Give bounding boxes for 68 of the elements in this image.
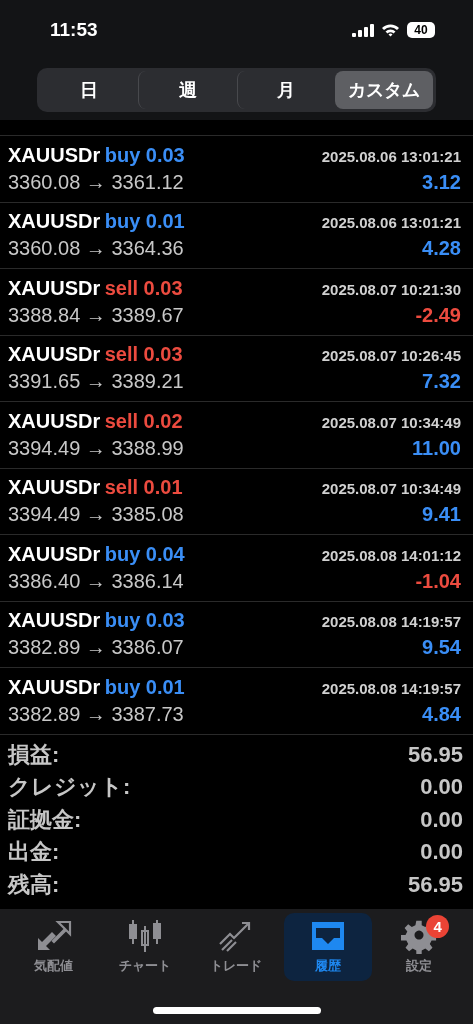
- tab-bar-item[interactable]: 設定 4: [375, 912, 464, 981]
- symbol-label: XAUUSDr: [8, 210, 101, 233]
- order-side-label: buy 0.04: [104, 542, 185, 565]
- trade-time: 2025.08.08 14:01:12: [321, 546, 461, 564]
- trade-time: 2025.08.07 10:34:49: [321, 480, 461, 498]
- notification-badge: 4: [426, 914, 450, 938]
- summary-value: 0.00: [420, 806, 463, 833]
- summary-label: 残高:: [8, 870, 60, 899]
- profit-value: 11.00: [412, 436, 461, 460]
- trade-time: 2025.08.07 10:34:49: [321, 413, 461, 431]
- summary-label: 証拠金:: [8, 805, 82, 834]
- symbol-label: XAUUSDr: [8, 276, 101, 299]
- price-range: 3394.49 → 3388.99: [8, 436, 184, 460]
- price-range: 3360.08 → 3361.12: [8, 170, 184, 194]
- order-side-label: sell 0.02: [104, 409, 183, 432]
- trade-time: 2025.08.08 14:19:57: [321, 679, 461, 697]
- order-side-label: buy 0.01: [104, 675, 185, 698]
- order-side-label: sell 0.01: [104, 476, 183, 499]
- order-side-label: buy 0.03: [104, 143, 185, 166]
- trade-time: 2025.08.08 14:19:57: [321, 613, 461, 631]
- profit-value: -2.49: [415, 303, 461, 327]
- trade-time: 2025.08.07 10:21:30: [321, 280, 461, 298]
- summary-value: 0.00: [420, 774, 463, 801]
- wifi-icon: [381, 23, 400, 37]
- summary-label: 出金:: [8, 838, 60, 867]
- price-range: 3360.08 → 3364.36: [8, 237, 184, 261]
- signal-icon: [352, 23, 374, 37]
- symbol-label: XAUUSDr: [8, 675, 101, 698]
- summary-value: 56.95: [407, 871, 463, 898]
- symbol-label: XAUUSDr: [8, 609, 101, 632]
- price-range: 3386.40 → 3386.14: [8, 569, 184, 593]
- price-range: 3382.89 → 3387.73: [8, 702, 184, 726]
- order-side-label: sell 0.03: [104, 276, 183, 299]
- period-tab[interactable]: カスタム: [335, 71, 433, 109]
- period-tab[interactable]: 日: [40, 71, 138, 109]
- profit-value: 7.32: [422, 370, 461, 394]
- trade-time: 2025.08.06 13:01:21: [321, 147, 461, 165]
- summary-label: 損益:: [8, 740, 60, 769]
- order-side-label: sell 0.03: [104, 343, 183, 366]
- symbol-label: XAUUSDr: [8, 343, 101, 366]
- price-range: 3394.49 → 3385.08: [8, 503, 184, 527]
- profit-value: 9.41: [422, 503, 461, 527]
- profit-value: 4.84: [422, 702, 461, 726]
- tab-bar-item[interactable]: 履歴: [283, 912, 372, 981]
- trade-time: 2025.08.07 10:26:45: [321, 347, 461, 365]
- price-range: 3382.89 → 3386.07: [8, 636, 184, 660]
- symbol-label: XAUUSDr: [8, 409, 101, 432]
- price-range: 3391.65 → 3389.21: [8, 370, 184, 394]
- symbol-label: XAUUSDr: [8, 143, 101, 166]
- trade-time: 2025.08.06 13:01:21: [321, 214, 461, 232]
- symbol-label: XAUUSDr: [8, 476, 101, 499]
- battery-icon: 40: [407, 22, 435, 38]
- profit-value: 9.54: [422, 636, 461, 660]
- summary-value: 56.95: [407, 741, 463, 768]
- symbol-label: XAUUSDr: [8, 542, 101, 565]
- profit-value: -1.04: [415, 569, 461, 593]
- tab-bar-item[interactable]: チャート: [101, 912, 190, 981]
- order-side-label: buy 0.03: [104, 609, 185, 632]
- profit-value: 4.28: [422, 237, 461, 261]
- summary-label: クレジット:: [8, 773, 131, 802]
- price-range: 3388.84 → 3389.67: [8, 303, 184, 327]
- tab-bar-item[interactable]: 気配値: [9, 912, 98, 981]
- order-side-label: buy 0.01: [104, 210, 185, 233]
- profit-value: 3.12: [422, 170, 461, 194]
- tab-bar-item[interactable]: トレード: [192, 912, 281, 981]
- summary-value: 0.00: [420, 839, 463, 866]
- clock-time: 11:53: [50, 19, 98, 41]
- period-tab[interactable]: 週: [137, 71, 237, 109]
